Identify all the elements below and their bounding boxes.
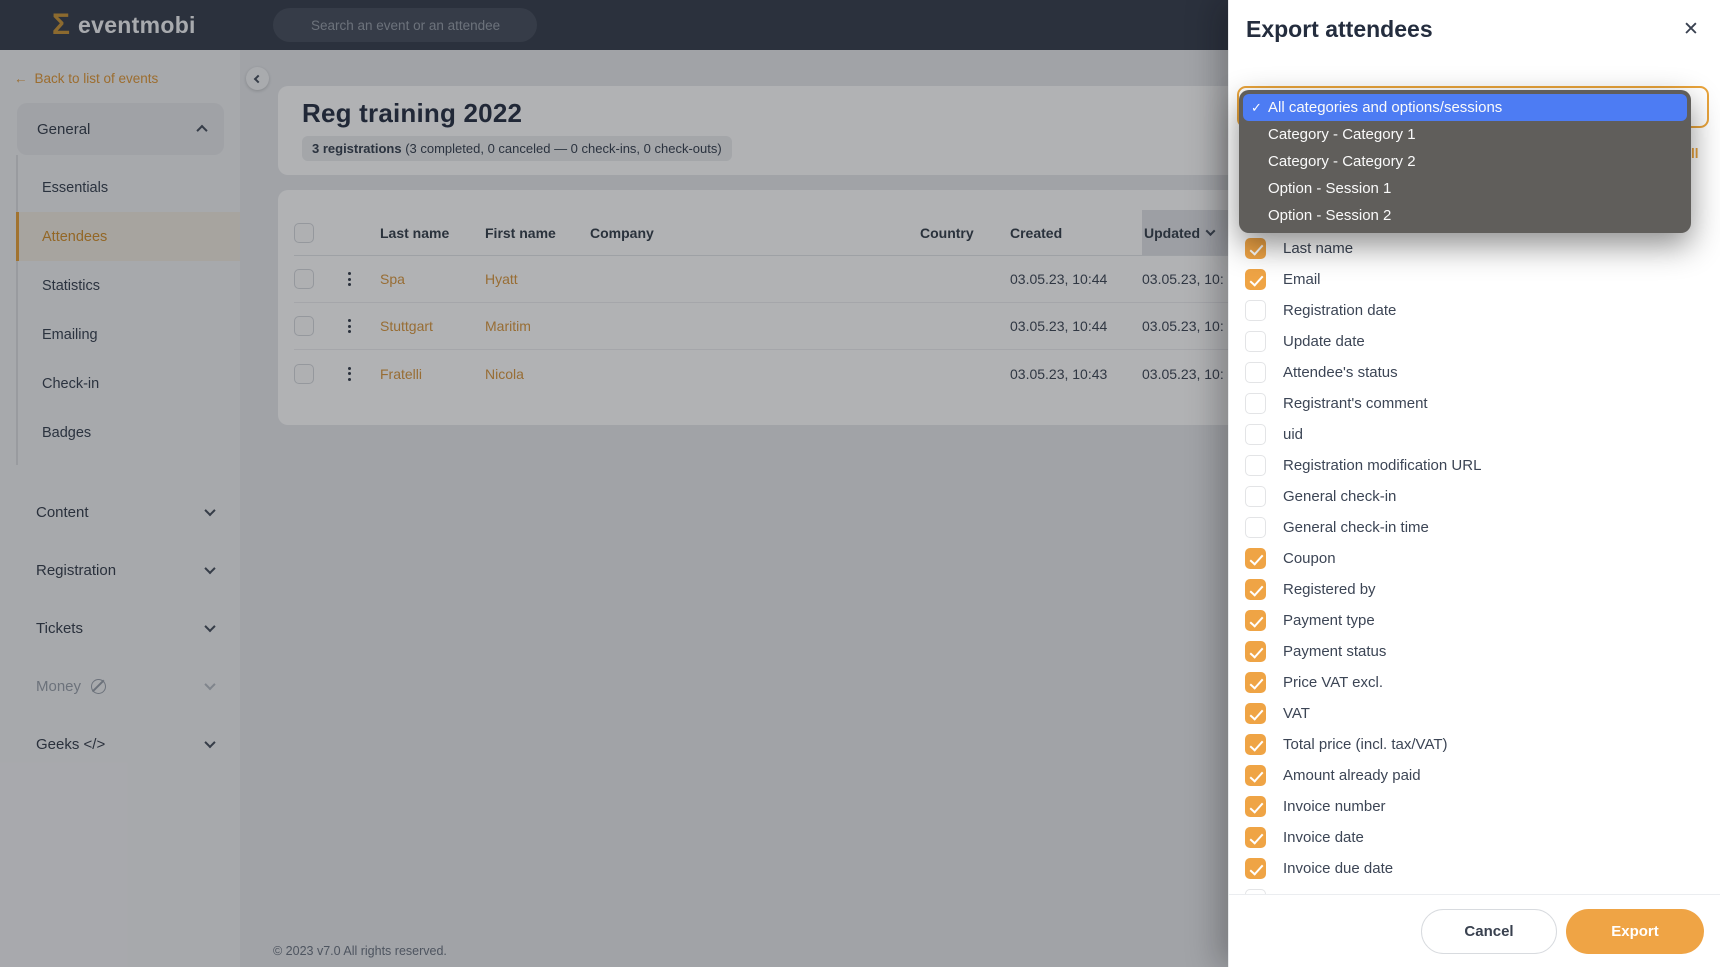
export-field-row: Total price (incl. tax/VAT) bbox=[1245, 729, 1720, 760]
export-field-row: uid bbox=[1245, 419, 1720, 450]
export-field-row: Payment status bbox=[1245, 636, 1720, 667]
field-label: Email bbox=[1283, 271, 1321, 288]
field-label: Registration modification URL bbox=[1283, 457, 1481, 474]
dropdown-option-category-category-1[interactable]: Category - Category 1 bbox=[1243, 121, 1687, 148]
field-checkbox[interactable] bbox=[1245, 424, 1266, 445]
export-attendees-panel: Export attendees ✕ ✓All categories and o… bbox=[1228, 0, 1720, 967]
panel-title: Export attendees bbox=[1246, 16, 1433, 43]
export-field-row: Registration modification URL bbox=[1245, 450, 1720, 481]
field-checkbox[interactable] bbox=[1245, 269, 1266, 290]
field-checkbox[interactable] bbox=[1245, 734, 1266, 755]
field-label: Amount already paid bbox=[1283, 767, 1421, 784]
field-checkbox[interactable] bbox=[1245, 331, 1266, 352]
field-checkbox[interactable] bbox=[1245, 486, 1266, 507]
export-field-row: Last name bbox=[1245, 233, 1720, 264]
field-label: Registered by bbox=[1283, 581, 1376, 598]
field-checkbox[interactable] bbox=[1245, 362, 1266, 383]
export-field-row: Coupon bbox=[1245, 543, 1720, 574]
field-checkbox[interactable] bbox=[1245, 238, 1266, 259]
dropdown-option-label: Category - Category 1 bbox=[1268, 126, 1416, 143]
field-checkbox[interactable] bbox=[1245, 858, 1266, 879]
field-checkbox[interactable] bbox=[1245, 579, 1266, 600]
close-icon: ✕ bbox=[1683, 18, 1699, 41]
field-checkbox[interactable] bbox=[1245, 393, 1266, 414]
field-label: Attendee's status bbox=[1283, 364, 1398, 381]
field-checkbox[interactable] bbox=[1245, 641, 1266, 662]
dropdown-option-label: Option - Session 2 bbox=[1268, 207, 1391, 224]
field-checkbox[interactable] bbox=[1245, 703, 1266, 724]
field-checkbox[interactable] bbox=[1245, 455, 1266, 476]
field-label: General check-in bbox=[1283, 488, 1396, 505]
export-field-row: Email bbox=[1245, 264, 1720, 295]
dropdown-option-label: Category - Category 2 bbox=[1268, 153, 1416, 170]
export-field-row bbox=[1245, 884, 1720, 894]
field-checkbox[interactable] bbox=[1245, 517, 1266, 538]
export-field-row: Registrant's comment bbox=[1245, 388, 1720, 419]
field-label: VAT bbox=[1283, 705, 1310, 722]
dropdown-option-category-category-2[interactable]: Category - Category 2 bbox=[1243, 148, 1687, 175]
field-label: uid bbox=[1283, 426, 1303, 443]
field-checkbox[interactable] bbox=[1245, 765, 1266, 786]
export-field-row: General check-in bbox=[1245, 481, 1720, 512]
export-field-row: Invoice due date bbox=[1245, 853, 1720, 884]
field-label: Payment type bbox=[1283, 612, 1375, 629]
field-checkbox[interactable] bbox=[1245, 610, 1266, 631]
field-label: Invoice date bbox=[1283, 829, 1364, 846]
field-checkbox[interactable] bbox=[1245, 672, 1266, 693]
export-field-row: Invoice number bbox=[1245, 791, 1720, 822]
export-field-row: Amount already paid bbox=[1245, 760, 1720, 791]
panel-footer: Cancel Export bbox=[1229, 894, 1720, 967]
dropdown-option-all-categories-and-options-sessions[interactable]: ✓All categories and options/sessions bbox=[1243, 94, 1687, 121]
export-field-row: Registration date bbox=[1245, 295, 1720, 326]
export-field-row: Price VAT excl. bbox=[1245, 667, 1720, 698]
dropdown-option-label: All categories and options/sessions bbox=[1268, 99, 1502, 116]
dropdown-option-option-session-2[interactable]: Option - Session 2 bbox=[1243, 202, 1687, 229]
field-label: Registration date bbox=[1283, 302, 1396, 319]
dropdown-option-option-session-1[interactable]: Option - Session 1 bbox=[1243, 175, 1687, 202]
close-panel-button[interactable]: ✕ bbox=[1676, 14, 1706, 44]
export-fields-list: Last name Email Registration date Update da… bbox=[1229, 233, 1720, 894]
export-field-row: Attendee's status bbox=[1245, 357, 1720, 388]
field-label: Total price (incl. tax/VAT) bbox=[1283, 736, 1448, 753]
export-field-row: Update date bbox=[1245, 326, 1720, 357]
field-label: Update date bbox=[1283, 333, 1365, 350]
unselect-all-link-remnant[interactable]: ll bbox=[1691, 146, 1699, 161]
field-label: Registrant's comment bbox=[1283, 395, 1428, 412]
export-field-row: VAT bbox=[1245, 698, 1720, 729]
field-label: Invoice due date bbox=[1283, 860, 1393, 877]
field-label: Invoice number bbox=[1283, 798, 1386, 815]
cancel-button[interactable]: Cancel bbox=[1421, 909, 1557, 954]
field-label: Price VAT excl. bbox=[1283, 674, 1383, 691]
export-field-row: General check-in time bbox=[1245, 512, 1720, 543]
checkmark-icon: ✓ bbox=[1251, 100, 1268, 116]
field-label: General check-in time bbox=[1283, 519, 1429, 536]
field-checkbox[interactable] bbox=[1245, 796, 1266, 817]
export-button[interactable]: Export bbox=[1566, 909, 1704, 954]
export-field-row: Invoice date bbox=[1245, 822, 1720, 853]
field-label: Payment status bbox=[1283, 643, 1386, 660]
field-label: Coupon bbox=[1283, 550, 1336, 567]
export-field-row: Registered by bbox=[1245, 574, 1720, 605]
category-dropdown-menu: ✓All categories and options/sessions Cate… bbox=[1239, 90, 1691, 233]
export-field-row: Payment type bbox=[1245, 605, 1720, 636]
dropdown-option-label: Option - Session 1 bbox=[1268, 180, 1391, 197]
field-label: Last name bbox=[1283, 240, 1353, 257]
field-checkbox[interactable] bbox=[1245, 827, 1266, 848]
field-checkbox[interactable] bbox=[1245, 548, 1266, 569]
field-checkbox[interactable] bbox=[1245, 300, 1266, 321]
